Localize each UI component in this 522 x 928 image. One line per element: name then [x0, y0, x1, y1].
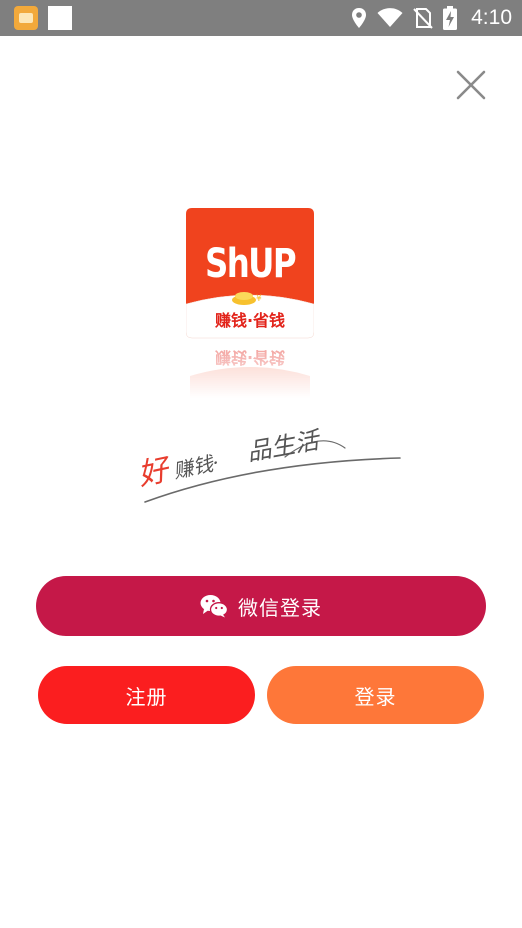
slogan-right: 品生活	[245, 426, 324, 467]
no-sim-icon	[413, 8, 433, 29]
app-notification-icon	[14, 6, 38, 30]
register-label: 注册	[125, 684, 168, 709]
location-icon	[352, 8, 367, 28]
svg-text:¥: ¥	[256, 294, 262, 304]
wechat-login-label: 微信登录	[238, 595, 322, 620]
app-logo: ¥ ShUP 赚钱·省钱 赚钱·省钱	[186, 208, 314, 398]
register-button[interactable]: 注册	[38, 666, 255, 724]
slogan: 好 赚钱· 品生活	[135, 426, 401, 503]
close-icon	[456, 70, 486, 100]
status-icons: 4:10	[351, 0, 512, 36]
status-time: 4:10	[471, 6, 512, 29]
blank-notification-icon	[48, 6, 72, 30]
logo-wordmark: ShUP	[205, 241, 296, 287]
wifi-icon	[377, 8, 403, 27]
close-button[interactable]	[452, 66, 490, 104]
logo-tagline: 赚钱·省钱	[214, 311, 285, 330]
slogan-left: 好	[135, 452, 175, 493]
login-button[interactable]: 登录	[267, 666, 484, 724]
status-bar: 4:10	[0, 0, 522, 36]
battery-charging-icon	[443, 6, 458, 30]
slogan-middle: 赚钱·	[171, 450, 221, 483]
wechat-icon	[200, 595, 228, 618]
login-label: 登录	[354, 684, 397, 709]
wechat-login-button[interactable]: 微信登录	[36, 576, 486, 636]
